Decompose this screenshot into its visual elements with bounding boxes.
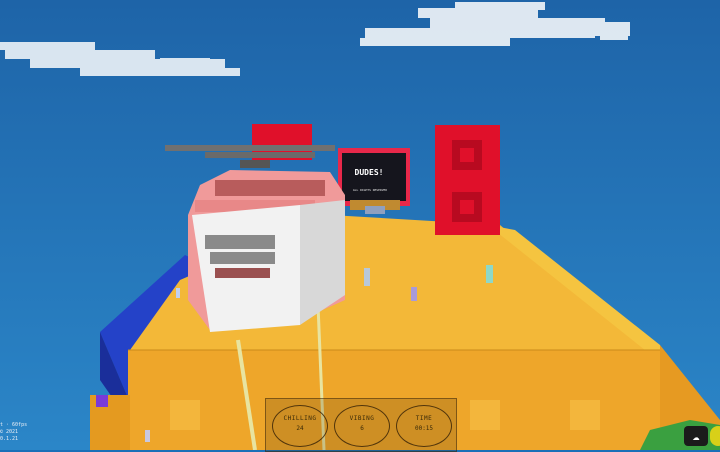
sign-title: DUDES! bbox=[354, 168, 384, 177]
stat-time-value: 00:15 bbox=[414, 425, 434, 432]
accent-pill-button[interactable] bbox=[710, 426, 720, 446]
sign-subtitle: ALL RIGHTS RESERVED bbox=[352, 188, 388, 192]
stat-vibing-label: VIBING bbox=[349, 415, 375, 422]
stat-time: TIME 00:15 bbox=[396, 405, 452, 447]
stat-chilling-value: 24 bbox=[296, 425, 304, 432]
debug-line-3: 0.1.21 bbox=[0, 436, 19, 442]
stat-vibing: VIBING 6 bbox=[334, 405, 390, 447]
cloud-icon: ☁ bbox=[692, 429, 700, 443]
debug-overlay: t · 60fps © 2021 0.1.21 bbox=[0, 422, 27, 443]
stat-time-label: TIME bbox=[415, 415, 433, 422]
cloud-button[interactable]: ☁ bbox=[684, 426, 708, 446]
debug-line-1: t · 60fps bbox=[0, 422, 28, 428]
debug-line-2: © 2021 bbox=[0, 429, 19, 435]
stat-chilling: CHILLING 24 bbox=[272, 405, 328, 447]
game-scene[interactable] bbox=[0, 0, 720, 450]
stat-chilling-label: CHILLING bbox=[283, 415, 317, 422]
stat-vibing-value: 6 bbox=[360, 425, 364, 432]
stats-hud: CHILLING 24 VIBING 6 TIME 00:15 bbox=[265, 398, 457, 452]
